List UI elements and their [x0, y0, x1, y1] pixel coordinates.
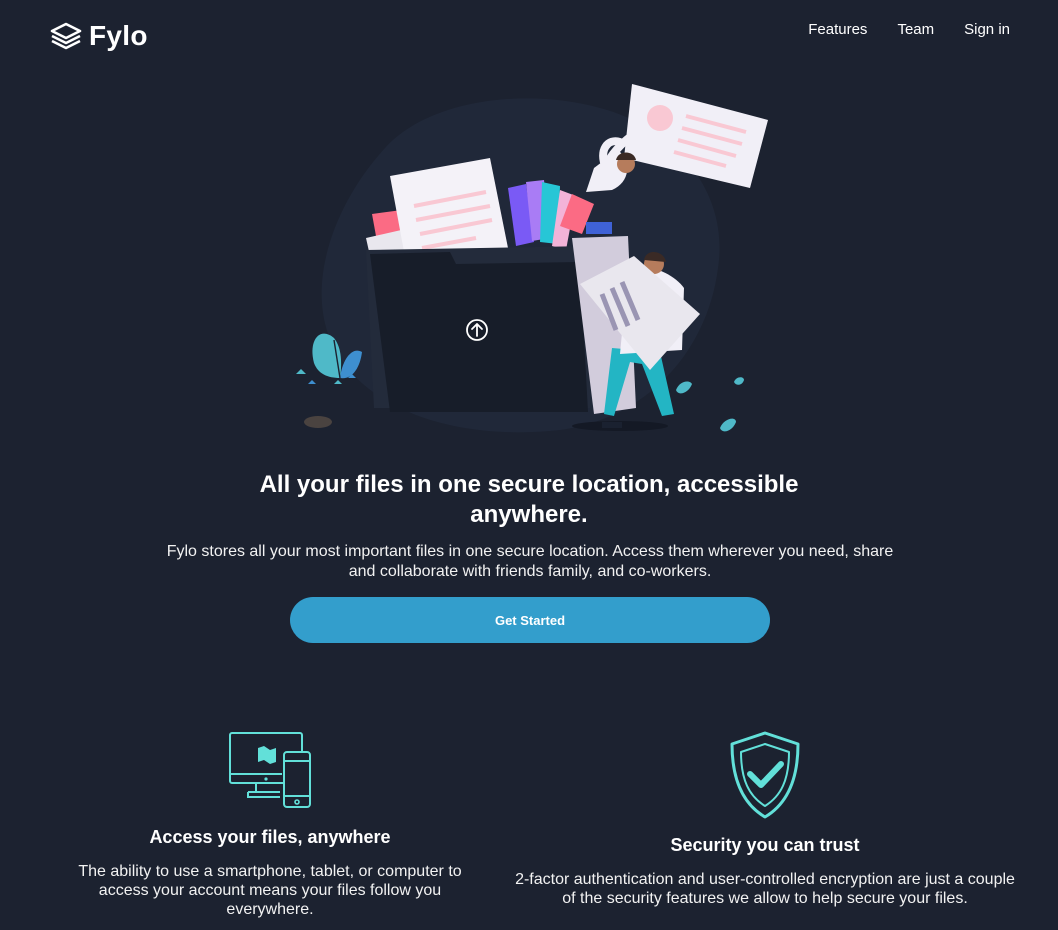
nav-link-team[interactable]: Team [897, 21, 934, 38]
feature-access-anywhere: Access your files, anywhere The ability … [55, 730, 485, 919]
folder-front [370, 252, 588, 412]
stacked-layers-icon [50, 22, 82, 50]
hero-description: Fylo stores all your most important file… [166, 543, 894, 580]
site-header: Fylo Features Team Sign in [0, 0, 1058, 70]
nav-link-sign-in[interactable]: Sign in [964, 21, 1010, 38]
brand-logo[interactable]: Fylo [49, 20, 148, 52]
shield-check-icon [730, 731, 800, 819]
devices-icon [229, 732, 311, 808]
feature-description: The ability to use a smartphone, tablet,… [78, 863, 462, 918]
hero-title: All your files in one secure location, a… [259, 471, 799, 528]
hero-illustration [296, 84, 768, 433]
get-started-button[interactable]: Get Started [290, 597, 770, 643]
brand-name: Fylo [89, 20, 148, 51]
feature-title: Security you can trust [670, 835, 860, 855]
illustration-rock [304, 416, 332, 428]
feature-title: Access your files, anywhere [149, 827, 391, 847]
floating-leaves [676, 377, 744, 432]
nav-link-features[interactable]: Features [808, 21, 867, 38]
feature-security: Security you can trust 2-factor authenti… [515, 730, 1015, 908]
feature-description: 2-factor authentication and user-control… [515, 871, 1015, 907]
main-nav: Features Team Sign in [808, 21, 1010, 38]
